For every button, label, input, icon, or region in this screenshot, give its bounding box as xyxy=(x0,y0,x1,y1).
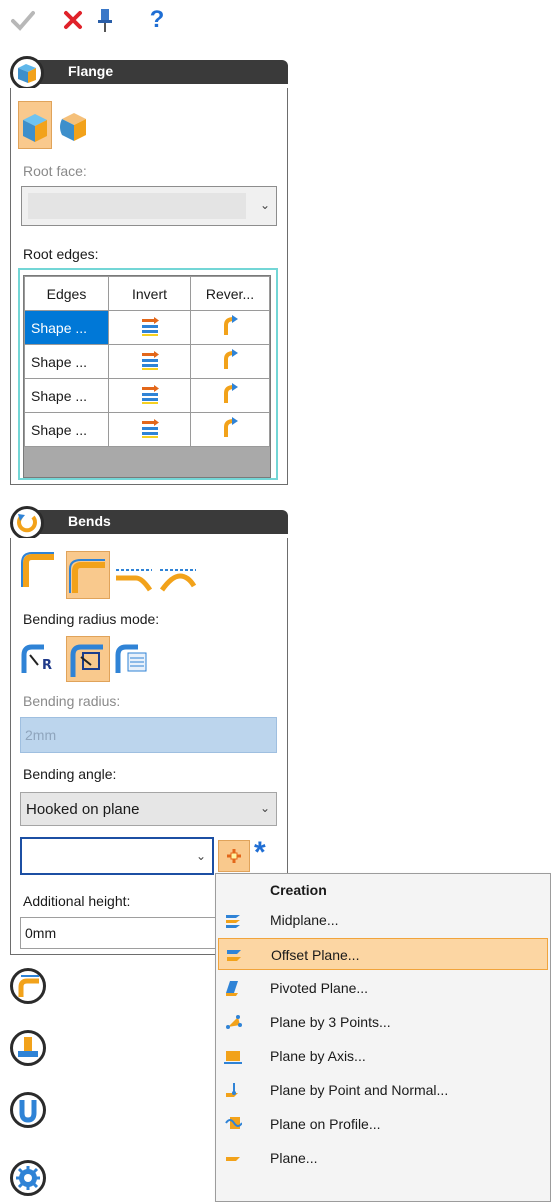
plane-by-axis-icon xyxy=(224,1047,242,1065)
svg-text:R: R xyxy=(42,658,52,673)
menu-item-midplane[interactable]: Midplane... xyxy=(218,904,548,936)
radius-mode-label: Bending radius mode: xyxy=(23,611,160,627)
menu-item-label: Offset Plane... xyxy=(271,947,360,963)
menu-item-label: Plane by Point and Normal... xyxy=(270,1082,449,1098)
additional-height-label: Additional height: xyxy=(23,893,131,909)
flange-type-button-2[interactable] xyxy=(56,101,90,149)
bends-header[interactable]: Bends xyxy=(10,506,288,540)
radius-mode-button-3[interactable] xyxy=(114,641,154,677)
edge-cell[interactable]: Shape ... xyxy=(24,378,109,413)
column-header-invert[interactable]: Invert xyxy=(108,276,191,311)
reverse-icon[interactable] xyxy=(190,310,270,345)
relief-icon[interactable] xyxy=(10,1092,46,1128)
plus-icon xyxy=(227,849,241,863)
additional-height-field[interactable]: 0mm xyxy=(20,917,216,949)
menu-item-label: Plane... xyxy=(270,1150,318,1166)
bending-angle-label: Bending angle: xyxy=(23,766,117,782)
checkmark-icon[interactable] xyxy=(10,6,36,34)
flange-length-icon[interactable] xyxy=(10,968,46,1004)
root-face-value xyxy=(28,193,246,219)
radius-mode-button-2[interactable] xyxy=(66,636,110,682)
menu-item-label: Plane by Axis... xyxy=(270,1048,366,1064)
flange-position-icon[interactable] xyxy=(10,1030,46,1066)
reverse-icon[interactable] xyxy=(190,344,270,379)
root-edges-table[interactable]: Edges Invert Rever... Shape ... Shape ..… xyxy=(23,275,271,478)
root-face-combo[interactable]: ⌄ xyxy=(21,186,277,226)
invert-icon[interactable] xyxy=(108,310,191,345)
menu-item-label: Plane on Profile... xyxy=(270,1116,381,1132)
table-row[interactable]: Shape ... xyxy=(24,310,270,345)
bending-radius-field[interactable]: 2mm xyxy=(20,717,277,753)
table-row[interactable]: Shape ... xyxy=(24,344,270,379)
root-face-label: Root face: xyxy=(23,163,87,179)
menu-item-label: Plane by 3 Points... xyxy=(270,1014,391,1030)
plane-on-profile-icon xyxy=(224,1115,243,1133)
reverse-icon[interactable] xyxy=(190,378,270,413)
flange-header[interactable]: Flange xyxy=(10,56,288,90)
plane-select[interactable]: ⌄ xyxy=(20,837,214,875)
pin-icon[interactable] xyxy=(92,6,118,34)
flange-icon xyxy=(10,56,44,90)
menu-item-plane[interactable]: Plane... xyxy=(218,1142,548,1174)
bend-type-button-4[interactable] xyxy=(158,562,198,596)
required-asterisk: * xyxy=(254,836,266,869)
settings-gear-icon[interactable] xyxy=(10,1160,46,1196)
bend-type-button-3[interactable] xyxy=(114,562,154,596)
plane-3-points-icon xyxy=(224,1013,242,1031)
edge-cell[interactable]: Shape ... xyxy=(24,310,109,345)
bending-radius-label: Bending radius: xyxy=(23,693,121,709)
plane-creation-menu: Creation Midplane... Offset Plane... Piv… xyxy=(215,873,551,1202)
menu-item-plane-point-normal[interactable]: Plane by Point and Normal... xyxy=(218,1074,548,1106)
invert-icon[interactable] xyxy=(108,344,191,379)
bends-icon xyxy=(10,506,44,540)
bends-title: Bends xyxy=(68,513,111,529)
edge-cell[interactable]: Shape ... xyxy=(24,344,109,379)
plane-icon xyxy=(224,1149,242,1167)
pivoted-plane-icon xyxy=(224,979,242,997)
column-header-edges[interactable]: Edges xyxy=(24,276,109,311)
edge-cell[interactable]: Shape ... xyxy=(24,412,109,447)
menu-item-label: Midplane... xyxy=(270,912,339,928)
bending-angle-value: Hooked on plane xyxy=(26,801,140,818)
create-plane-button[interactable] xyxy=(218,840,250,872)
chevron-down-icon: ⌄ xyxy=(259,801,270,815)
menu-item-plane-by-axis[interactable]: Plane by Axis... xyxy=(218,1040,548,1072)
bending-angle-select[interactable]: Hooked on plane ⌄ xyxy=(20,792,277,826)
chevron-down-icon: ⌄ xyxy=(259,198,270,212)
menu-item-label: Pivoted Plane... xyxy=(270,980,369,996)
menu-item-plane-3-points[interactable]: Plane by 3 Points... xyxy=(218,1006,548,1038)
bend-type-button-2[interactable] xyxy=(66,551,110,599)
root-edges-label: Root edges: xyxy=(23,246,99,262)
chevron-down-icon: ⌄ xyxy=(195,849,206,863)
menu-item-offset-plane[interactable]: Offset Plane... xyxy=(218,938,548,970)
midplane-icon xyxy=(224,911,242,929)
table-row[interactable]: Shape ... xyxy=(24,412,270,447)
column-header-reverse[interactable]: Rever... xyxy=(190,276,270,311)
offset-plane-icon xyxy=(225,946,243,964)
menu-item-plane-on-profile[interactable]: Plane on Profile... xyxy=(218,1108,548,1140)
bend-type-button-1[interactable] xyxy=(20,551,56,595)
flange-title: Flange xyxy=(68,63,114,79)
menu-header: Creation xyxy=(270,882,327,898)
flange-type-button-1[interactable] xyxy=(18,101,52,149)
table-empty-row xyxy=(24,446,270,477)
table-row[interactable]: Shape ... xyxy=(24,378,270,413)
close-icon[interactable] xyxy=(60,6,86,34)
radius-mode-button-1[interactable]: R xyxy=(20,641,60,677)
invert-icon[interactable] xyxy=(108,412,191,447)
help-icon[interactable]: ? xyxy=(144,6,170,34)
plane-point-normal-icon xyxy=(224,1081,242,1099)
invert-icon[interactable] xyxy=(108,378,191,413)
reverse-icon[interactable] xyxy=(190,412,270,447)
menu-item-pivoted-plane[interactable]: Pivoted Plane... xyxy=(218,972,548,1004)
